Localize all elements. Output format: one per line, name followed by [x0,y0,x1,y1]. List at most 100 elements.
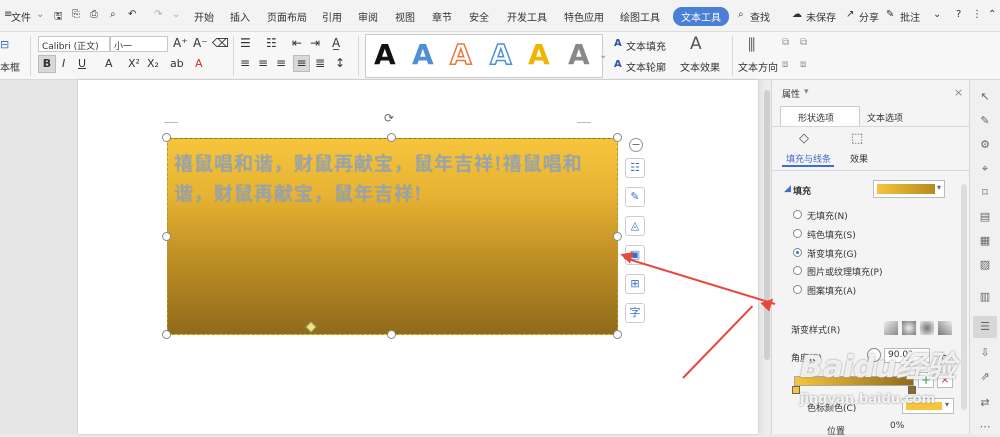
textbox-link-icon[interactable]: ⧉ [782,37,789,48]
text-outline-icon[interactable]: A [614,59,622,70]
save-icon[interactable]: 🖫 [54,9,63,26]
font-shrink-icon[interactable]: A⁻ [193,36,208,50]
collapse-icon[interactable]: ⌃ [988,9,996,20]
justify-icon[interactable]: ≡ [293,55,310,72]
bold-icon[interactable]: B [38,55,56,73]
text-fill-icon[interactable]: A [614,38,622,49]
tab-references[interactable]: 引用 [322,9,342,24]
tab-shape-options[interactable]: 形状选项 [798,111,834,124]
wordart-style-blue-outline[interactable]: A [489,37,512,72]
resize-handle[interactable] [613,133,622,142]
sliders-icon[interactable]: ☰ [978,320,992,334]
document-icon[interactable]: ▤ [978,210,992,224]
bookmark-icon[interactable]: ⌑ [978,186,992,200]
subtab-effect[interactable]: 效果 [850,152,868,165]
gradient-rectangular-icon[interactable] [920,321,934,335]
text-direction-icon[interactable]: ⫼ [748,35,755,55]
text-direction-button[interactable]: 文本方向 [738,59,778,74]
option-gradient-fill[interactable]: 渐变填充(G) [807,247,857,260]
position-value[interactable]: 0% [890,421,904,431]
tab-drawing-tools[interactable]: 绘图工具 [620,9,660,24]
align-left-icon[interactable]: ≡ [240,56,250,70]
collapse-toolbar-icon[interactable]: − [629,138,643,152]
table-icon[interactable]: ▦ [978,234,992,248]
pen-icon[interactable]: ✎ [978,114,992,128]
resize-handle[interactable] [162,133,171,142]
wordart-style-gray[interactable]: A [568,38,590,71]
radio-pattern-fill[interactable] [793,285,802,294]
help-icon[interactable]: ? [956,9,961,20]
option-pattern-fill[interactable]: 图案填充(A) [807,284,856,297]
clear-format-icon[interactable]: ⌫ [212,36,229,50]
textbox-unlink-icon[interactable]: ⧉ [800,37,807,48]
share-icon[interactable]: ⇗ [978,370,992,384]
gradient-linear-icon[interactable] [884,321,898,335]
italic-icon[interactable]: I [62,57,65,70]
redo-icon[interactable]: ↷ [154,9,162,20]
font-color-icon[interactable]: A [195,57,203,70]
prev-textbox-icon[interactable]: ⧈ [782,59,788,70]
resize-handle[interactable] [613,330,622,339]
strikethrough-icon[interactable]: A [105,57,113,70]
tab-view[interactable]: 视图 [395,9,415,24]
align-right-icon[interactable]: ≡ [276,56,286,70]
resize-handle[interactable] [387,330,396,339]
translate-icon[interactable]: ⇄ [978,396,992,410]
superscript-icon[interactable]: X² [128,57,140,70]
highlight-icon[interactable]: ab [170,57,184,70]
textbox-icon[interactable]: ⊟ [0,38,9,51]
tab-special[interactable]: 特色应用 [564,9,604,24]
effect-icon[interactable]: ⬚ [851,131,863,146]
unsaved-status[interactable]: 未保存 [806,9,836,24]
chevron-down-icon[interactable]: ⌄ [36,9,44,20]
tab-developer[interactable]: 开发工具 [507,9,547,24]
outline-pen-icon[interactable]: ✎ [625,187,645,207]
font-style-icon[interactable]: 字 [625,303,645,323]
chart-icon[interactable]: ▥ [978,290,992,304]
resize-handle[interactable] [387,133,396,142]
subscript-icon[interactable]: X₂ [147,57,159,70]
textbox-content[interactable]: 禧鼠唱和谐，财鼠再献宝，鼠年吉祥!禧鼠唱和谐，财鼠再献宝，鼠年吉祥! [174,149,614,209]
chevron-down-icon[interactable]: ▾ [804,87,809,97]
tab-text-tools[interactable]: 文本工具 [673,7,729,26]
chevron-down-icon[interactable]: ⌄ [172,9,180,20]
wordart-style-orange-outline[interactable]: A [449,37,472,72]
fill-bucket-icon[interactable]: ◬ [625,216,645,236]
radio-picture-fill[interactable] [793,266,802,275]
indent-increase-icon[interactable]: ⇥ [310,36,320,50]
download-icon[interactable]: ⇩ [978,346,992,360]
tab-chapter[interactable]: 章节 [432,9,452,24]
location-icon[interactable]: ⌖ [978,162,992,176]
gradient-stop[interactable] [792,386,800,394]
close-icon[interactable]: × [954,86,963,99]
layout-options-icon[interactable]: ☷ [625,158,645,178]
text-effect-button[interactable]: 文本效果 [680,59,720,74]
subtab-fill-line[interactable]: 填充与线条 [786,152,831,165]
scrollbar-thumb[interactable] [764,90,770,360]
resize-handle[interactable] [613,232,622,241]
select-cursor-icon[interactable]: ↖ [978,90,992,104]
gradient-path-icon[interactable] [938,321,952,335]
text-outline-button[interactable]: 文本轮廓 [626,59,666,74]
wordart-style-black[interactable]: A [374,38,396,71]
font-grow-icon[interactable]: A⁺ [173,36,188,50]
line-spacing-icon[interactable]: ↕ [335,56,345,70]
radio-solid-fill[interactable] [793,229,802,238]
search-icon[interactable]: ⌕ [738,9,744,20]
fill-color-select[interactable]: ▾ [873,180,945,198]
tab-page-layout[interactable]: 页面布局 [267,9,307,24]
share-button[interactable]: 分享 [859,9,879,24]
panel-scrollbar[interactable] [961,184,967,410]
textbox-button[interactable]: 本框 [0,59,20,74]
tab-insert[interactable]: 插入 [230,9,250,24]
tab-text-options[interactable]: 文本选项 [867,111,903,124]
tab-review[interactable]: 审阅 [358,9,378,24]
align-center-icon[interactable]: ≡ [258,56,268,70]
text-effect-icon[interactable]: A [690,34,702,54]
next-textbox-icon[interactable]: ⧈ [800,59,806,70]
bullet-list-icon[interactable]: ☰ [240,36,251,50]
distributed-align-icon[interactable]: ≣ [315,56,325,70]
tab-security[interactable]: 安全 [469,9,489,24]
search-button[interactable]: 查找 [750,9,770,24]
rotate-handle-icon[interactable]: ⟳ [384,111,394,125]
